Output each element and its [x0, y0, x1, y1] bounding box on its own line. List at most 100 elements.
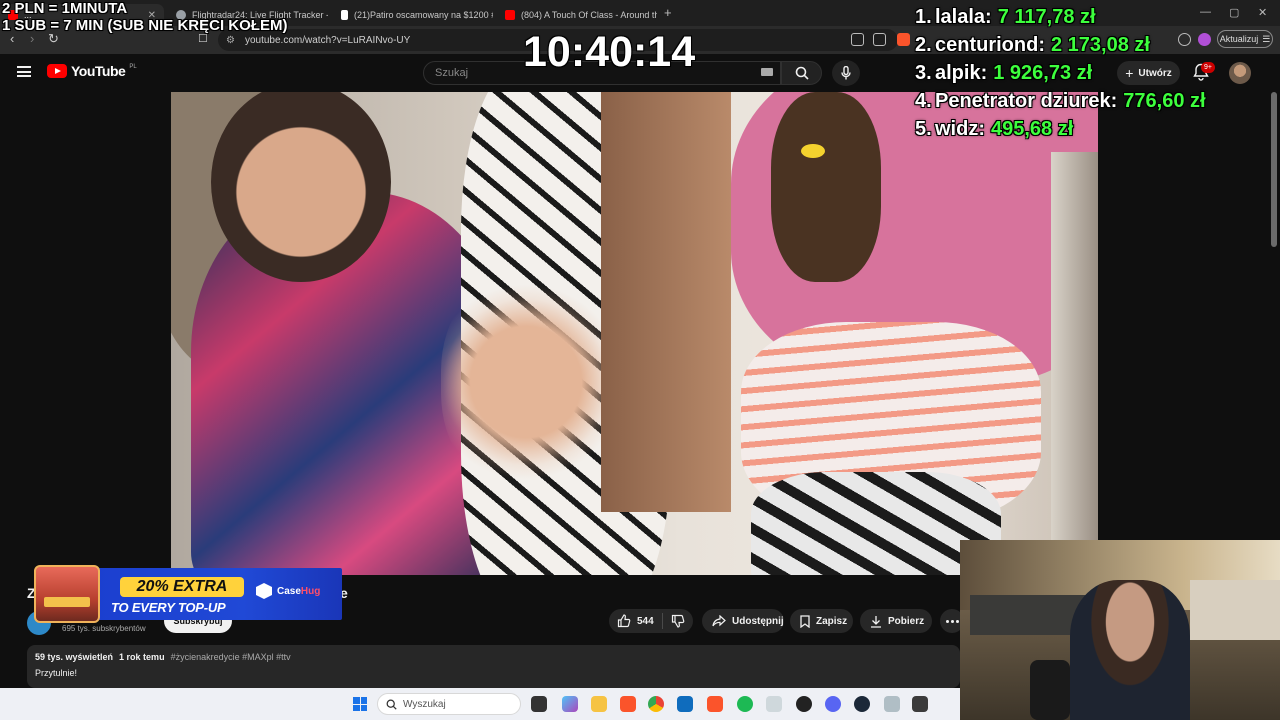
download-button-inner: Pobierz [860, 609, 934, 633]
leaderboard-name: widz: [935, 118, 985, 140]
spotify-icon[interactable] [737, 696, 753, 712]
microphone-icon [841, 66, 851, 80]
search-icon [795, 66, 809, 80]
leaderboard-name: centuriond: [935, 34, 1045, 56]
leaderboard-rank: 2. [915, 34, 932, 56]
tab-title: (21)Patiro oscamowany na $1200 #p [354, 10, 493, 20]
video-frame-region [601, 92, 731, 512]
casehug-brand: CaseHug [277, 586, 320, 597]
leaderboard-name: Penetrator dziurek: [935, 90, 1118, 112]
search-button[interactable] [781, 61, 822, 85]
leaderboard-row: 3. alpik: 1 926,73 zł [915, 62, 1206, 90]
close-window-icon[interactable]: ✕ [1258, 6, 1267, 19]
windows-taskbar: Wyszukaj [0, 688, 960, 720]
obs-icon[interactable] [796, 696, 812, 712]
download-icon [871, 615, 881, 628]
share-icon[interactable] [873, 33, 886, 46]
download-button[interactable]: Pobierz [860, 609, 932, 633]
brave-browser-icon[interactable] [620, 696, 636, 712]
reload-icon[interactable]: ↻ [48, 32, 59, 46]
brand-part1: Case [277, 585, 301, 597]
upload-date: 1 rok temu [119, 652, 165, 662]
update-button[interactable]: Aktualizuj ☰ [1217, 30, 1273, 48]
cast-icon[interactable] [851, 33, 864, 46]
webcam-background [1190, 580, 1280, 640]
leaderboard-row: 4. Penetrator dziurek: 776,60 zł [915, 90, 1206, 118]
leaderboard-row: 2. centuriond: 2 173,08 zł [915, 34, 1206, 62]
task-view-icon[interactable] [531, 696, 547, 712]
user-avatar[interactable] [1229, 62, 1251, 84]
video-frame-region [441, 272, 611, 492]
leaderboard-rank: 5. [915, 118, 932, 140]
youtube-logo[interactable]: YouTube PL [47, 63, 137, 79]
voice-search-button[interactable] [832, 60, 860, 86]
tab-tiktok[interactable]: (21)Patiro oscamowany na $1200 #p [333, 4, 493, 26]
maximize-icon[interactable]: ▢ [1229, 6, 1239, 19]
discord-icon[interactable] [825, 696, 841, 712]
casehug-logo: CaseHug [256, 583, 320, 599]
app-icon[interactable] [912, 696, 928, 712]
steam-icon[interactable] [854, 696, 870, 712]
store-icon[interactable] [677, 696, 693, 712]
stream-clock: 10:40:14 [523, 28, 696, 76]
forward-icon[interactable]: › [30, 32, 34, 46]
tab-youtube-2[interactable]: (804) A Touch Of Class - Around the [497, 4, 657, 26]
description-text: Przytulnie! [35, 668, 78, 678]
donation-rate-line2: 1 SUB = 7 MIN (SUB NIE KRĘCI KOŁEM) [2, 17, 288, 34]
new-tab-button[interactable]: + [664, 5, 672, 20]
ad-headline: 20% EXTRA [120, 577, 244, 597]
view-count: 59 tys. wyświetleń [35, 652, 114, 662]
share-label: Udostępnij [732, 615, 784, 627]
webcam-person [1070, 580, 1190, 720]
menu-icon: ☰ [1262, 33, 1271, 44]
tiktok-favicon-icon [341, 10, 348, 20]
brand-part2: Hug [300, 585, 321, 597]
leaderboard-row: 1. lalala: 7 117,78 zł [915, 6, 1206, 34]
windows-start-icon[interactable] [353, 697, 367, 711]
hashtags[interactable]: #życienakredycie #MAXpl #ttv [171, 652, 291, 662]
share-arrow-icon [712, 615, 726, 627]
site-info-icon[interactable]: ⚙ [226, 35, 235, 46]
bookmark-save-icon [800, 614, 810, 628]
dislike-button[interactable] [663, 609, 693, 633]
region-code: PL [129, 63, 137, 70]
leaderboard-name: alpik: [935, 62, 988, 84]
save-button-inner: Zapisz [790, 609, 857, 633]
leaderboard-rank: 4. [915, 90, 932, 112]
youtube-favicon-icon [505, 10, 515, 20]
chrome-icon[interactable] [648, 696, 664, 712]
video-frame-region [771, 92, 881, 282]
bookmark-icon[interactable]: ☐ [198, 32, 208, 46]
leaderboard-rank: 3. [915, 62, 932, 84]
hamburger-menu-icon[interactable] [17, 66, 31, 77]
copilot-icon[interactable] [562, 696, 578, 712]
brave-shield-icon[interactable] [897, 33, 910, 46]
share-button-inner: Udostępnij [702, 609, 794, 633]
notepad-icon[interactable] [766, 696, 782, 712]
save-button[interactable]: Zapisz [790, 609, 853, 633]
video-player[interactable] [171, 92, 1098, 575]
donation-leaderboard: 1. lalala: 7 117,78 zł 2. centuriond: 2 … [915, 6, 1206, 146]
casehug-logo-icon [256, 583, 272, 599]
search-icon [386, 699, 397, 710]
leaderboard-amount: 776,60 zł [1123, 90, 1206, 112]
like-button[interactable]: 544 [609, 609, 662, 633]
url-text: youtube.com/watch?v=LuRAINvo-UY [244, 34, 411, 46]
thumbs-up-icon [617, 614, 631, 628]
thumbs-down-icon [671, 614, 685, 628]
like-count: 544 [637, 615, 654, 627]
page-scrollbar[interactable] [1271, 92, 1277, 247]
file-explorer-icon[interactable] [591, 696, 607, 712]
description-box[interactable]: 59 tys. wyświetleń 1 rok temu #życienakr… [27, 645, 960, 688]
share-button[interactable]: Udostępnij [702, 609, 784, 633]
back-icon[interactable]: ‹ [10, 32, 14, 46]
brave-browser-active-icon[interactable] [707, 696, 723, 712]
leaderboard-amount: 1 926,73 zł [993, 62, 1093, 84]
leaderboard-amount: 7 117,78 zł [997, 6, 1096, 28]
leaderboard-rank: 1. [915, 6, 932, 28]
taskbar-search[interactable]: Wyszukaj [377, 693, 521, 715]
calculator-icon[interactable] [884, 696, 900, 712]
leaderboard-row: 5. widz: 495,68 zł [915, 118, 1206, 146]
keyboard-icon[interactable] [761, 68, 773, 76]
save-label: Zapisz [816, 615, 848, 627]
